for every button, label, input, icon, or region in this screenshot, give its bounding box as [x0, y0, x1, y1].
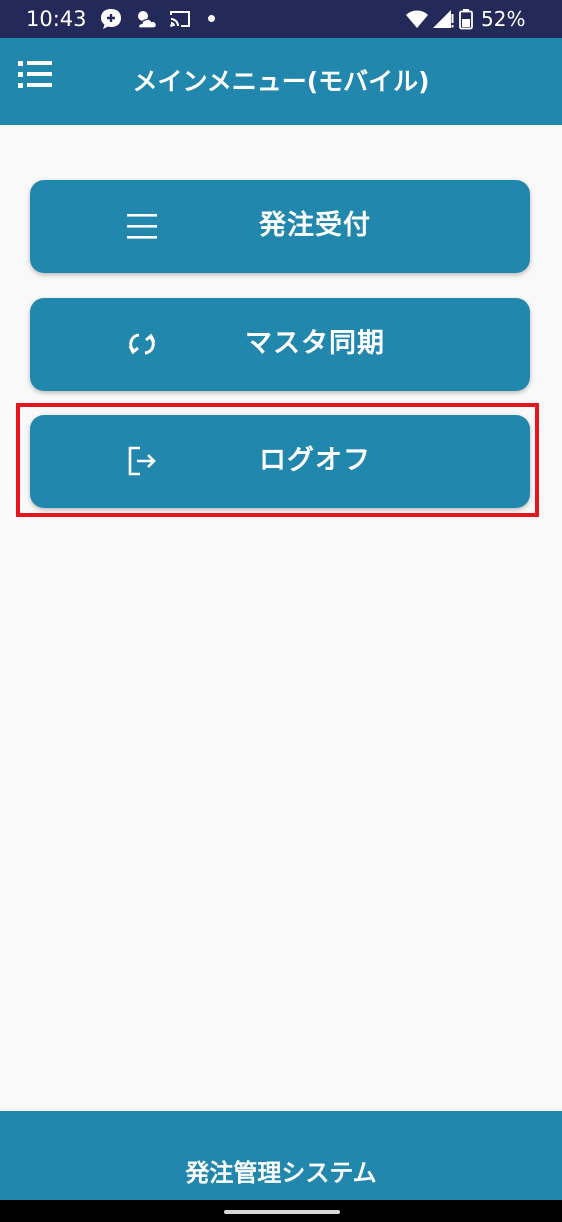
status-time: 10:43: [26, 7, 87, 31]
signal-icon: [431, 8, 455, 30]
battery-icon: [457, 8, 475, 30]
weather-icon: [134, 8, 158, 30]
home-handle[interactable]: [224, 1210, 340, 1214]
status-bar: 10:43 52%: [0, 0, 562, 38]
order-receipt-button[interactable]: 発注受付: [30, 180, 530, 273]
app-header: メインメニュー(モバイル): [0, 38, 562, 125]
page-title: メインメニュー(モバイル): [132, 67, 430, 96]
sync-icon: [124, 326, 160, 362]
battery-percentage: 52%: [481, 7, 526, 31]
footer-text: 発注管理システム: [185, 1159, 377, 1187]
wifi-icon: [405, 8, 429, 30]
master-sync-button[interactable]: マスタ同期: [30, 298, 530, 391]
highlight-box: [16, 403, 539, 517]
app-footer: 発注管理システム: [0, 1111, 562, 1200]
chat-plus-icon: [99, 8, 123, 30]
cast-icon: [168, 8, 192, 30]
master-sync-label: マスタ同期: [245, 328, 385, 359]
notification-dot-icon: [208, 15, 215, 22]
order-receipt-label: 発注受付: [259, 210, 371, 241]
lines-icon: [124, 208, 160, 244]
navigation-bar: [0, 1200, 562, 1222]
